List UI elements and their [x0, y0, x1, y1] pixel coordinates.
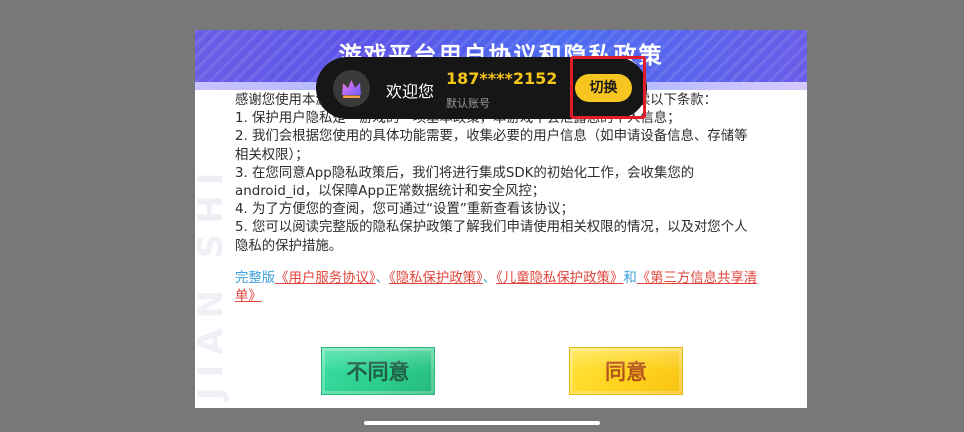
disagree-button[interactable]: 不同意	[321, 347, 435, 395]
links-separator: 、	[482, 270, 497, 286]
watermark-text: JIAN SHI	[195, 162, 231, 401]
children-privacy-policy-link[interactable]: 《儿童隐私保护政策》	[496, 271, 623, 286]
avatar	[333, 70, 370, 107]
switch-button-highlight	[570, 56, 646, 119]
links-conjunction: 和	[623, 270, 637, 286]
policy-links: 完整版《用户服务协议》、《隐私保护政策》、《儿童隐私保护政策》和《第三方信息共享…	[235, 270, 760, 306]
account-phone: 187****2152	[446, 69, 558, 88]
agree-button[interactable]: 同意	[569, 347, 683, 395]
default-account-label: 默认账号	[446, 97, 490, 110]
agreement-item-4: 4. 为了方便您的查阅，您可通过“设置”重新查看该协议；	[235, 202, 574, 218]
agreement-item-5: 5. 您可以阅读完整版的隐私保护政策了解我们申请使用相关权限的情况，以及对您个人…	[235, 220, 748, 254]
welcome-text: 欢迎您	[386, 82, 435, 101]
privacy-policy-link[interactable]: 《隐私保护政策》	[389, 271, 483, 286]
links-separator: 、	[375, 270, 389, 286]
agreement-item-3: 3. 在您同意App隐私政策后，我们将进行集成SDK的初始化工作，会收集您的an…	[235, 165, 695, 200]
agreement-content: 感谢您使用本游戏，为了更好地保障您的权益，请您在使用前仔细阅读以下条款： 1. …	[235, 92, 760, 306]
links-prefix: 完整版	[235, 270, 276, 286]
home-indicator[interactable]	[364, 421, 600, 425]
crown-icon	[342, 80, 361, 98]
agreement-item-2: 2. 我们会根据您使用的具体功能需要，收集必要的用户信息（如申请设备信息、存储等…	[235, 129, 748, 163]
user-service-agreement-link[interactable]: 《用户服务协议》	[275, 271, 375, 286]
